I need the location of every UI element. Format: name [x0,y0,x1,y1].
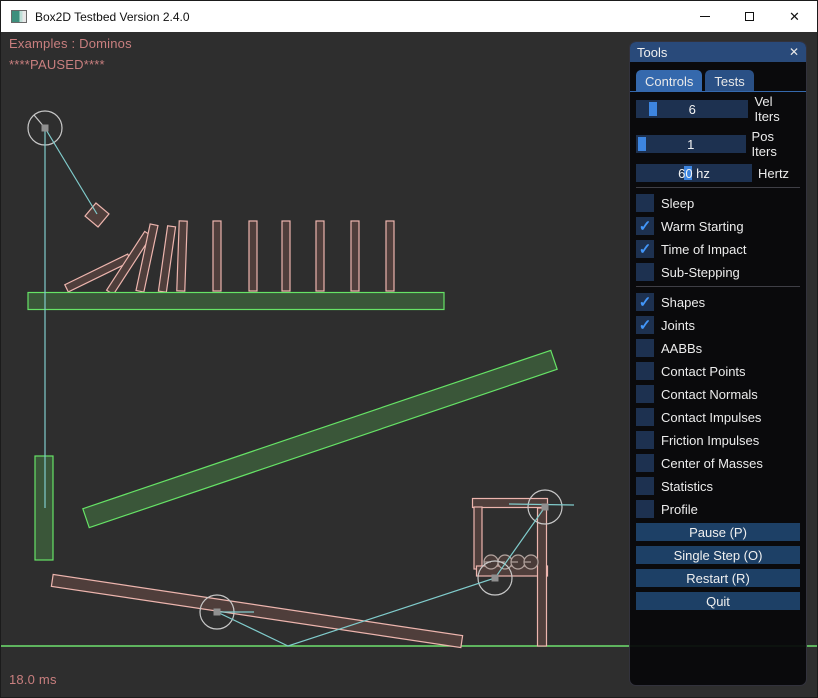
checkbox-sleep-label: Sleep [661,196,694,211]
app-icon [11,10,27,23]
checkbox-contact-impulses-label: Contact Impulses [661,410,761,425]
close-button[interactable]: ✕ [772,1,817,32]
checkbox-profile[interactable]: ✓ Profile [636,500,800,518]
minimize-icon [700,16,710,17]
check-icon: ✓ [636,293,654,311]
pos-iters-label: Pos Iters [752,129,800,159]
quit-button[interactable]: Quit [636,592,800,610]
checkbox-time-of-impact-label: Time of Impact [661,242,746,257]
window-titlebar[interactable]: Box2D Testbed Version 2.4.0 ✕ [1,1,817,32]
checkbox-warm-starting[interactable]: ✓ Warm Starting [636,217,800,235]
pause-button[interactable]: Pause (P) [636,523,800,541]
checkbox-shapes-label: Shapes [661,295,705,310]
checkbox-friction-impulses-label: Friction Impulses [661,433,759,448]
checkbox-contact-points-label: Contact Points [661,364,746,379]
example-label: Examples : Dominos [9,36,132,51]
checkbox-joints[interactable]: ✓ Joints [636,316,800,334]
tools-panel: Tools ✕ Controls Tests 6 Vel Iters [629,41,807,686]
checkbox-aabbs[interactable]: ✓ AABBs [636,339,800,357]
vel-iters-label: Vel Iters [754,94,800,124]
pos-iters-slider[interactable]: 1 [636,135,746,153]
checkbox-warm-starting-label: Warm Starting [661,219,744,234]
checkbox-profile-label: Profile [661,502,698,517]
box2d-testbed-window: Examples : Dominos ****PAUSED**** 18.0 m… [0,0,818,698]
check-icon: ✓ [636,217,654,235]
tabbar: Controls Tests [636,70,800,91]
tools-panel-titlebar[interactable]: Tools ✕ [630,42,806,62]
check-icon: ✓ [636,240,654,258]
separator [636,286,800,287]
tab-tests-label: Tests [714,74,744,89]
checkbox-joints-label: Joints [661,318,695,333]
checkbox-time-of-impact[interactable]: ✓ Time of Impact [636,240,800,258]
checkbox-sleep[interactable]: ✓ Sleep [636,194,800,212]
separator [636,187,800,188]
checkbox-statistics[interactable]: ✓ Statistics [636,477,800,495]
checkbox-contact-normals-label: Contact Normals [661,387,758,402]
restart-button[interactable]: Restart (R) [636,569,800,587]
checkbox-center-of-masses[interactable]: ✓ Center of Masses [636,454,800,472]
tools-panel-title: Tools [637,45,667,60]
tab-controls[interactable]: Controls [636,70,702,91]
minimize-button[interactable] [682,1,727,32]
hertz-label: Hertz [758,166,789,181]
vel-iters-slider[interactable]: 6 [636,100,748,118]
single-step-button[interactable]: Single Step (O) [636,546,800,564]
tab-tests[interactable]: Tests [705,70,753,91]
checkbox-contact-points[interactable]: ✓ Contact Points [636,362,800,380]
maximize-button[interactable] [727,1,772,32]
check-icon: ✓ [636,316,654,334]
checkbox-sub-stepping[interactable]: ✓ Sub-Stepping [636,263,800,281]
maximize-icon [745,12,754,21]
vel-iters-value: 6 [636,100,748,118]
window-title: Box2D Testbed Version 2.4.0 [35,10,190,24]
hertz-value: 60 hz [636,164,752,182]
tools-close-button[interactable]: ✕ [789,45,799,59]
checkbox-contact-normals[interactable]: ✓ Contact Normals [636,385,800,403]
hertz-slider[interactable]: 60 hz [636,164,752,182]
checkbox-statistics-label: Statistics [661,479,713,494]
close-icon: ✕ [789,9,800,25]
checkbox-contact-impulses[interactable]: ✓ Contact Impulses [636,408,800,426]
paused-label: ****PAUSED**** [9,57,105,72]
tab-underline [630,91,806,92]
checkbox-shapes[interactable]: ✓ Shapes [636,293,800,311]
checkbox-friction-impulses[interactable]: ✓ Friction Impulses [636,431,800,449]
checkbox-aabbs-label: AABBs [661,341,702,356]
pos-iters-value: 1 [636,135,746,153]
checkbox-sub-stepping-label: Sub-Stepping [661,265,740,280]
tab-controls-label: Controls [645,74,693,89]
checkbox-center-of-masses-label: Center of Masses [661,456,763,471]
frame-time-label: 18.0 ms [9,672,57,687]
